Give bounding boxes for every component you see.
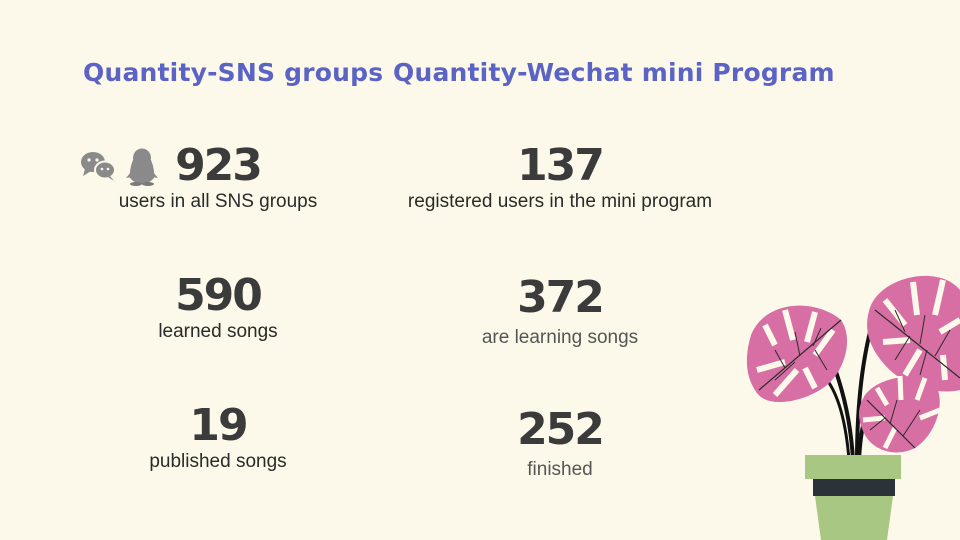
- stat-value: 372: [517, 272, 605, 323]
- pot-body: [815, 496, 893, 540]
- stat-value: 137: [517, 140, 605, 191]
- stat-label: registered users in the mini program: [407, 191, 713, 212]
- stat-published-songs: 19 published songs: [108, 402, 328, 474]
- heading-wechat-mini-program: Quantity-Wechat mini Program: [393, 58, 835, 87]
- pot-band: [813, 479, 895, 496]
- stat-value: 19: [189, 400, 248, 451]
- stat-value: 252: [517, 404, 605, 455]
- stat-registered-users: 137 registered users in the mini program: [380, 142, 740, 214]
- stat-label: published songs: [149, 451, 287, 472]
- monstera-plant-illustration: [746, 275, 960, 540]
- stat-finished: 252 finished: [380, 406, 740, 482]
- stat-learned-songs: 590 learned songs: [108, 272, 328, 344]
- stat-value: 923: [175, 140, 263, 191]
- stat-learning-songs: 372 are learning songs: [380, 274, 740, 350]
- stat-label: are learning songs: [481, 327, 639, 348]
- pot-rim: [805, 455, 901, 479]
- stat-label: users in all SNS groups: [118, 191, 318, 212]
- stat-label: finished: [527, 459, 593, 480]
- heading-sns-groups: Quantity-SNS groups: [83, 58, 384, 87]
- stat-label: learned songs: [158, 321, 278, 342]
- stat-value: 590: [175, 270, 263, 321]
- stat-users-sns: 923 users in all SNS groups: [108, 142, 328, 214]
